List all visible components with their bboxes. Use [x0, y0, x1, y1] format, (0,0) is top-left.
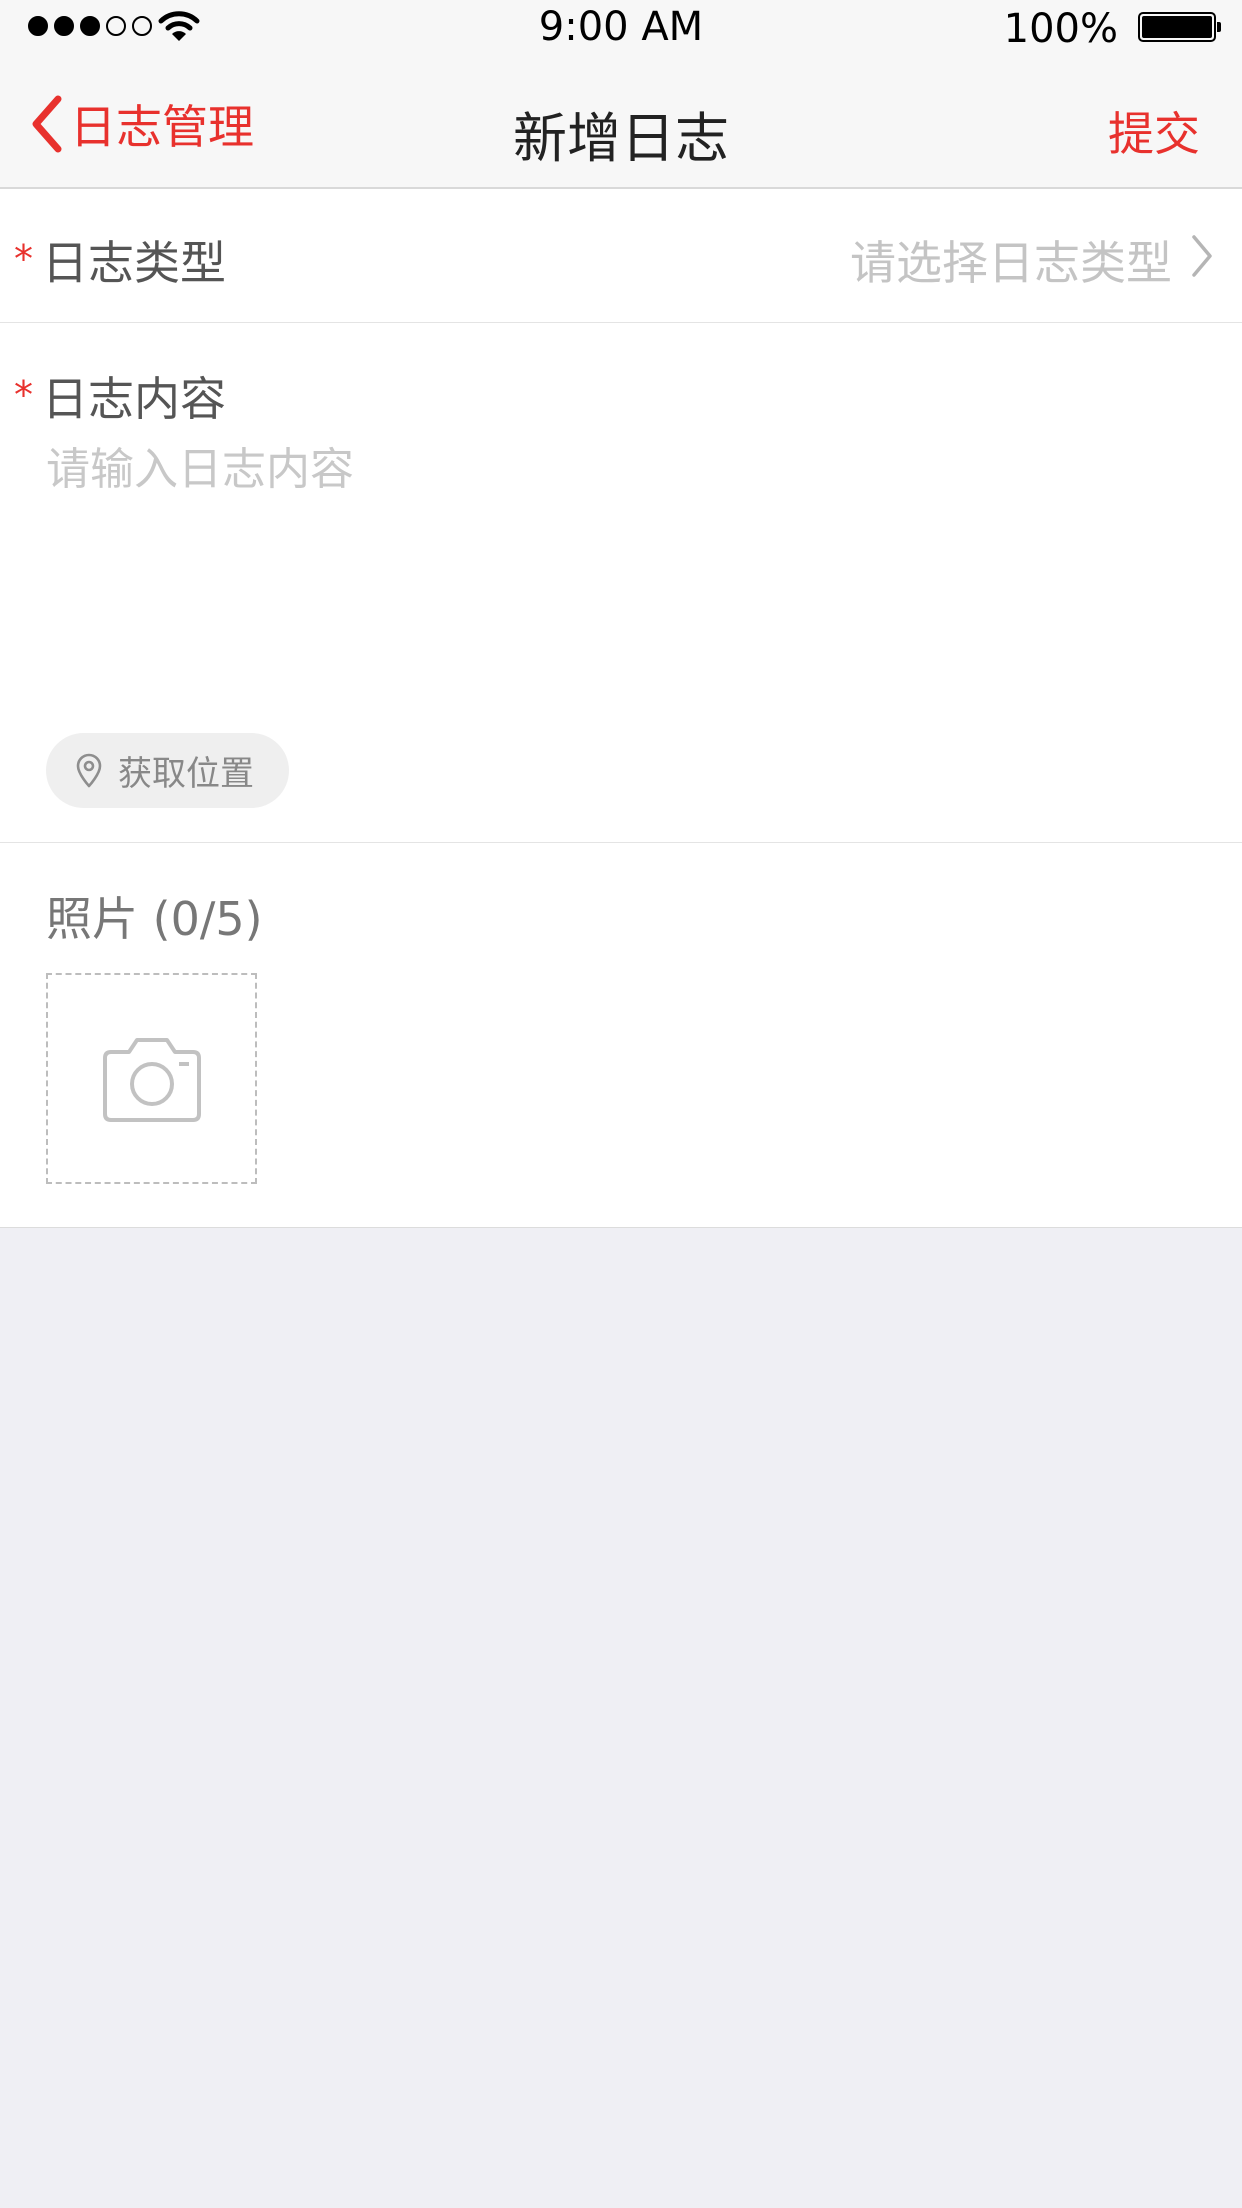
battery-fill: [1142, 16, 1212, 38]
page-title: 新增日志: [513, 107, 729, 170]
location-pin-icon: [76, 753, 102, 787]
navigation-bar: 日志管理 新增日志 提交: [0, 54, 1242, 189]
log-content-label: 日志内容: [42, 372, 226, 426]
photo-section: 照片 (0/5): [0, 843, 1242, 1228]
camera-icon: [102, 1037, 201, 1122]
submit-button[interactable]: 提交: [1108, 98, 1200, 164]
log-type-row[interactable]: * 日志类型 请选择日志类型: [0, 189, 1242, 323]
add-photo-button[interactable]: [46, 973, 257, 1184]
required-mark: *: [14, 237, 33, 281]
log-content-input[interactable]: [46, 433, 1196, 683]
log-content-section: * 日志内容 获取位置: [0, 323, 1242, 843]
battery-nub: [1217, 22, 1221, 32]
get-location-button[interactable]: 获取位置: [46, 733, 289, 808]
photo-count-title: 照片 (0/5): [46, 892, 263, 946]
get-location-label: 获取位置: [118, 754, 254, 794]
battery-percentage: 100%: [1003, 6, 1118, 52]
log-type-label: 日志类型: [42, 236, 226, 290]
battery-icon: [1138, 12, 1221, 42]
status-bar: 9:00 AM 100%: [0, 0, 1242, 54]
chevron-right-icon: [1190, 233, 1214, 283]
required-mark: *: [14, 373, 33, 417]
log-type-select[interactable]: 请选择日志类型: [850, 227, 1172, 293]
